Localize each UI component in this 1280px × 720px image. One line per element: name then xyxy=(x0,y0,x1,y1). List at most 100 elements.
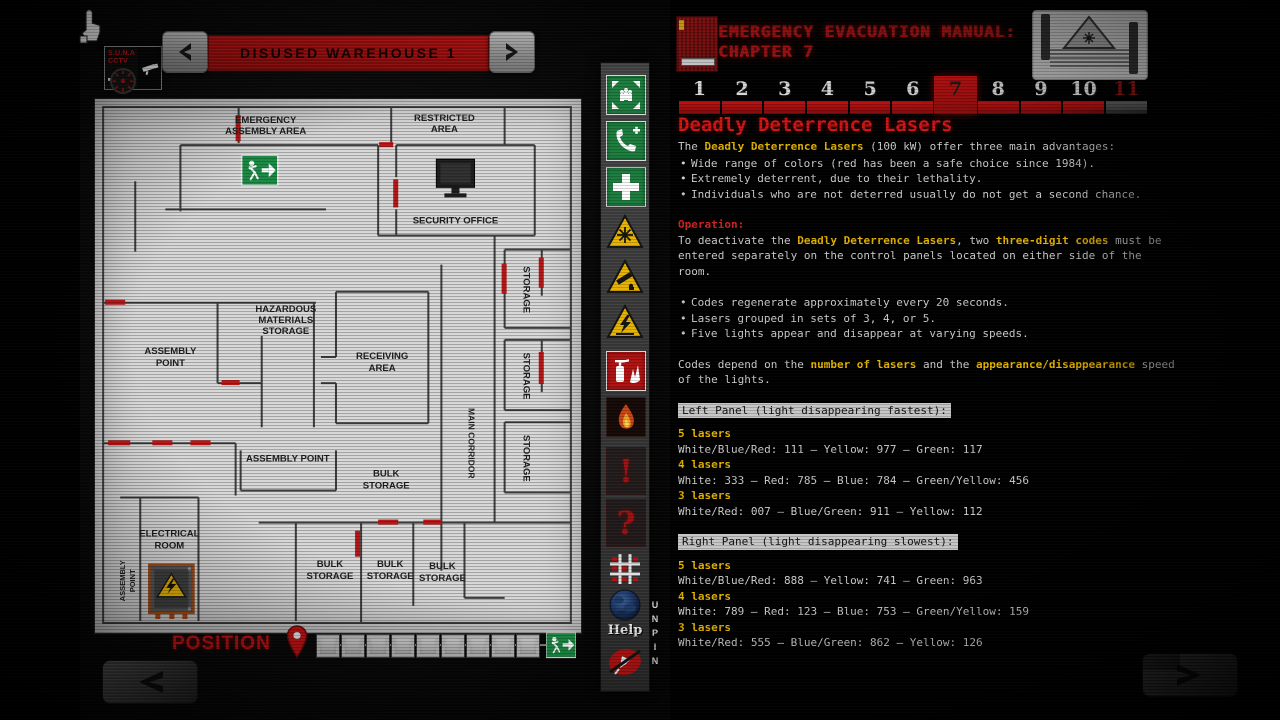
chapter-title: Deadly Deterrence Lasers xyxy=(678,114,1178,136)
position-slot-7 xyxy=(466,634,490,658)
manual-header-line2: CHAPTER 7 xyxy=(718,42,1048,62)
position-label: POSITION xyxy=(172,633,271,655)
chevron-right-icon xyxy=(500,40,524,64)
room-label: SECURITY OFFICE xyxy=(413,215,498,226)
operation-heading: Operation: xyxy=(678,217,1178,233)
globe-icon[interactable] xyxy=(606,585,644,625)
room-label: BULK xyxy=(317,559,344,570)
room-label: AREA xyxy=(369,363,396,374)
falling-objects-warning-icon[interactable] xyxy=(606,258,644,296)
chapter-tab-3[interactable]: 3 xyxy=(763,76,806,114)
room-label: STORAGE xyxy=(363,480,410,491)
cctv-badge-line2: CCTV xyxy=(108,58,138,66)
chapter-tab-4[interactable]: 4 xyxy=(806,76,849,114)
operation-paragraph: To deactivate the Deadly Deterrence Lase… xyxy=(678,233,1178,280)
chapter-tab-1[interactable]: 1 xyxy=(678,76,721,114)
emergency-phone-icon[interactable] xyxy=(606,121,646,161)
chapter-tab-6[interactable]: 6 xyxy=(891,76,934,114)
code-line: White: 333 — Red: 785 — Blue: 784 — Gree… xyxy=(678,473,1178,489)
position-slot-9 xyxy=(516,634,540,658)
game-screen: S.U.N.A CCTV xyxy=(0,0,1280,720)
room-label: BULK xyxy=(373,468,400,479)
operation-bullets: Codes regenerate approximately every 20 … xyxy=(678,295,1178,342)
pin-crossed-icon xyxy=(606,642,644,682)
room-label: STORAGE xyxy=(419,573,466,584)
advantages-list: Wide range of colors (red has been a saf… xyxy=(678,156,1178,203)
position-slot-8 xyxy=(491,634,515,658)
room-label: STORAGE xyxy=(307,571,354,582)
prev-page-button[interactable] xyxy=(102,660,198,704)
room-label: EMERGENCY xyxy=(235,115,297,126)
map-pin-icon xyxy=(284,624,310,660)
laser-warning-icon[interactable] xyxy=(606,213,644,251)
laser-count: 4 lasers xyxy=(678,457,1178,473)
next-warehouse-button[interactable] xyxy=(489,31,535,73)
laser-count: 3 lasers xyxy=(678,620,1178,636)
prev-warehouse-button[interactable] xyxy=(162,31,208,73)
assembly-point-icon[interactable] xyxy=(606,75,646,115)
cctv-badge-line1: S.U.N.A xyxy=(108,50,138,58)
room-label: ELECTRICAL xyxy=(139,529,199,540)
intro-paragraph: The Deadly Deterrence Lasers (100 kW) of… xyxy=(678,139,1178,155)
chevron-left-icon xyxy=(133,669,167,695)
room-label: BULK xyxy=(429,561,456,572)
exit-position-icon xyxy=(546,630,576,660)
hand-cursor-icon xyxy=(76,6,106,46)
code-line: White: 789 — Red: 123 — Blue: 753 — Gree… xyxy=(678,604,1178,620)
keypad-icon[interactable] xyxy=(606,549,644,589)
chapter-tab-5[interactable]: 5 xyxy=(849,76,892,114)
position-slot-3 xyxy=(366,634,390,658)
right-panel-heading: Right Panel (light disappearing slowest)… xyxy=(678,534,958,550)
operation-bullet: Codes regenerate approximately every 20 … xyxy=(678,295,1178,311)
unpin-button[interactable] xyxy=(606,641,644,683)
position-slot-4 xyxy=(391,634,415,658)
monitor-icon xyxy=(436,159,474,197)
camera-icon xyxy=(138,47,161,89)
fire-extinguisher-icon[interactable] xyxy=(606,351,646,391)
room-label: STORAGE xyxy=(262,326,309,337)
right-panel-codes: 5 lasers White/Blue/Red: 888 — Yellow: 7… xyxy=(678,558,1178,651)
room-label: RESTRICTED xyxy=(414,113,475,124)
room-label: ASSEMBLY AREA xyxy=(225,126,306,137)
room-label: AREA xyxy=(431,124,458,135)
room-label: ASSEMBLY xyxy=(118,560,127,601)
chapter-tab-10[interactable]: 10 xyxy=(1062,76,1105,114)
advantage-item: Individuals who are not deterred usually… xyxy=(678,187,1178,203)
help-label[interactable]: Help xyxy=(601,623,649,638)
position-slot-5 xyxy=(416,634,440,658)
warehouse-title: DISUSED WAREHOUSE 1 xyxy=(240,45,457,61)
chapter-tab-8[interactable]: 8 xyxy=(977,76,1020,114)
room-label: BULK xyxy=(377,559,404,570)
room-label: POINT xyxy=(156,358,185,369)
chapter-tab-9[interactable]: 9 xyxy=(1020,76,1063,114)
laser-count: 5 lasers xyxy=(678,426,1178,442)
exit-sign-icon xyxy=(242,155,278,185)
electric-shock-warning-icon[interactable] xyxy=(606,303,644,341)
laser-count: 5 lasers xyxy=(678,558,1178,574)
room-label: MAIN CORRIDOR xyxy=(466,408,476,478)
chevron-right-icon xyxy=(1173,662,1207,688)
exclamation-icon[interactable]: ! xyxy=(606,447,646,495)
room-label: ASSEMBLY POINT xyxy=(246,453,330,464)
first-aid-icon[interactable] xyxy=(606,167,646,207)
room-label: STORAGE xyxy=(521,435,532,482)
next-page-button[interactable] xyxy=(1142,653,1238,697)
position-slot-2 xyxy=(341,634,365,658)
room-label: MATERIALS xyxy=(258,315,313,326)
question-icon[interactable]: ? xyxy=(606,499,646,547)
left-panel-heading: Left Panel (light disappearing fastest): xyxy=(678,403,951,419)
chapter-tab-11-locked[interactable]: 11 xyxy=(1105,76,1148,114)
room-label: STORAGE xyxy=(521,353,532,400)
room-label: STORAGE xyxy=(521,266,532,313)
chapter-tab-2[interactable]: 2 xyxy=(721,76,764,114)
operation-bullet: Lasers grouped in sets of 3, 4, or 5. xyxy=(678,311,1178,327)
left-panel-codes: 5 lasers White/Blue/Red: 111 — Yellow: 9… xyxy=(678,426,1178,519)
position-slot-1 xyxy=(316,634,340,658)
chapter-tab-7-active[interactable]: 7 xyxy=(934,76,977,114)
fire-icon[interactable] xyxy=(606,397,646,437)
warehouse-floor-plan: EMERGENCY ASSEMBLY AREA RESTRICTED AREA … xyxy=(94,98,582,634)
room-label: ASSEMBLY xyxy=(144,346,197,357)
manual-shortcut-toolbar: ! ? xyxy=(600,62,650,692)
chapter-tab-bar: 1 2 3 4 5 6 7 8 9 10 11 xyxy=(678,76,1148,114)
advantage-item: Wide range of colors (red has been a saf… xyxy=(678,156,1178,172)
